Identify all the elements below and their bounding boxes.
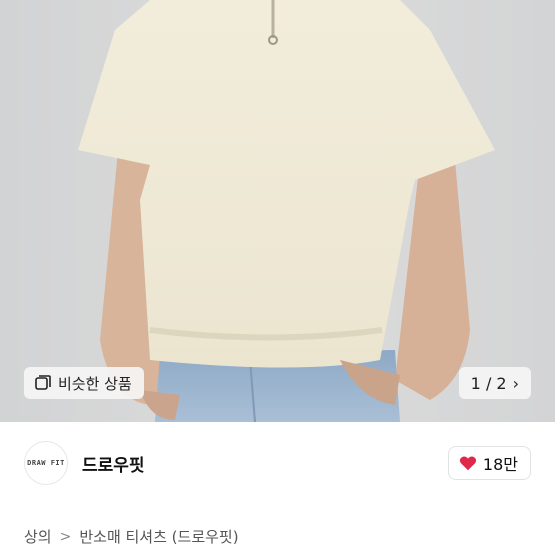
like-count: 18만 (482, 455, 518, 474)
breadcrumb-item-subcategory[interactable]: 반소매 티셔츠 (드로우핏) (79, 526, 238, 547)
heart-icon (459, 456, 477, 471)
chevron-right-icon[interactable]: › (513, 374, 519, 393)
similar-items-button[interactable]: 비슷한 상품 (24, 367, 144, 399)
avatar-logo-text: DRAW FIT (27, 459, 65, 467)
similar-items-label: 비슷한 상품 (58, 374, 132, 393)
breadcrumb-item-category[interactable]: 상의 (24, 526, 52, 547)
breadcrumb: 상의 > 반소매 티셔츠 (드로우핏) (24, 526, 239, 547)
pager-text: 1 / 2 (470, 373, 507, 393)
seller-avatar[interactable]: DRAW FIT (24, 441, 68, 485)
like-button[interactable]: 18만 (447, 446, 531, 480)
seller-name[interactable]: 드로우핏 (82, 451, 145, 476)
similar-items-icon (35, 375, 51, 390)
breadcrumb-separator: > (59, 528, 72, 545)
product-photo[interactable]: 비슷한 상품 1 / 2 › (0, 0, 555, 422)
seller-row: DRAW FIT 드로우핏 18만 (0, 422, 555, 504)
image-pager[interactable]: 1 / 2 › (458, 367, 531, 399)
product-image (0, 0, 555, 422)
